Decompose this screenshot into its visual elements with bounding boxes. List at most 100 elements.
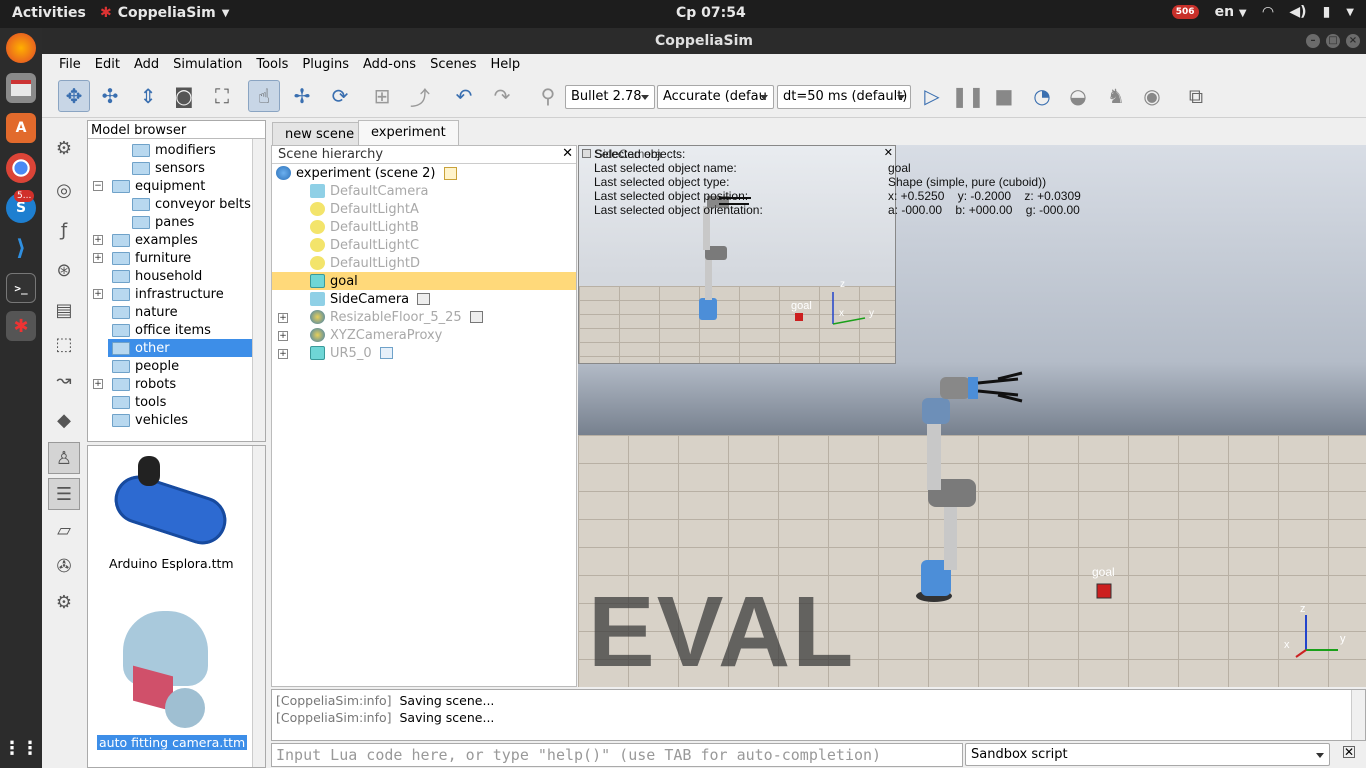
model-folder-examples[interactable]: examples [112,231,198,249]
video-recorder-icon[interactable]: ✇ [48,550,80,582]
physics-engine-select[interactable]: Bullet 2.78 [565,85,655,109]
inset-handle-icon[interactable] [582,149,591,158]
model-folder-sensors[interactable]: sensors [132,159,205,177]
script-icon[interactable] [469,311,483,323]
hierarchy-item-xyzcameraproxy[interactable]: XYZCameraProxy [310,326,442,344]
model-browser-scrollbar[interactable] [252,139,265,441]
sandbox-script-select[interactable]: Sandbox script [965,743,1330,766]
script-select[interactable]: Sandbox script [965,743,1333,766]
activities-button[interactable]: Activities [12,5,86,21]
chrome-icon[interactable] [6,153,36,183]
scene-viewport[interactable]: goal z x y EVAL goal z x y SideCamera ✕ [578,145,1366,687]
vscode-icon[interactable]: ⟩ [6,233,36,263]
model-folder-household[interactable]: household [112,267,202,285]
menu-plugins[interactable]: Plugins [295,54,356,76]
maximize-icon[interactable]: □ [1326,34,1340,48]
script-icon[interactable] [443,166,457,180]
function-icon[interactable]: ƒ [48,214,80,246]
camera-shift-icon[interactable]: ⇕ [132,80,164,112]
calculation-modules-icon[interactable]: ◎ [48,174,80,206]
chevron-down-icon[interactable]: ▼ [1346,7,1354,18]
expand-icon[interactable]: + [93,235,103,245]
menu-help[interactable]: Help [483,54,527,76]
language-indicator[interactable]: en ▼ [1215,4,1247,20]
collections-icon[interactable]: ⊛ [48,254,80,286]
dynamics-toggle-icon[interactable]: ⚲ [532,80,564,112]
battery-icon[interactable]: ▮ [1323,4,1331,20]
wifi-icon[interactable]: ◠ [1263,4,1274,20]
model-folder-modifiers[interactable]: modifiers [132,141,216,159]
model-folder-people[interactable]: people [112,357,179,375]
console-scrollbar[interactable] [1351,690,1365,740]
tab-experiment[interactable]: experiment [358,120,459,146]
realtime-clock-icon[interactable]: ◔ [1026,80,1058,112]
model-folder-equipment[interactable]: equipment [112,177,205,195]
expand-icon[interactable]: + [278,349,288,359]
expand-icon[interactable]: + [93,253,103,263]
files-icon[interactable] [6,73,36,103]
close-icon[interactable]: ✕ [562,146,573,161]
menu-add-ons[interactable]: Add-ons [356,54,423,76]
hierarchy-item-resizablefloor[interactable]: ResizableFloor_5_25 [310,308,483,326]
selection-icon[interactable]: ◆ [48,404,80,436]
notification-badge[interactable]: 506 [1171,5,1199,19]
thumbnail-label[interactable]: Arduino Esplora.ttm [109,556,234,571]
hierarchy-item-sidecamera[interactable]: SideCamera [310,290,431,308]
app-menu[interactable]: ✱ CoppeliaSim ▼ [100,5,229,21]
object-rotate-icon[interactable]: ⟳ [324,80,356,112]
lua-command-input[interactable]: Input Lua code here, or type "help()" (u… [271,743,963,767]
show-apps-icon[interactable]: ⋮⋮ [3,733,39,763]
menu-tools[interactable]: Tools [249,54,295,76]
expand-icon[interactable]: + [93,379,103,389]
terminal-icon[interactable]: >_ [6,273,36,303]
redo-icon[interactable]: ↷ [486,80,518,112]
user-settings-icon[interactable]: ⚙ [48,586,80,618]
software-store-icon[interactable]: A [6,113,36,143]
clear-input-icon[interactable]: ✕ [1343,746,1355,758]
menu-file[interactable]: File [52,54,88,76]
model-folder-robots[interactable]: robots [112,375,176,393]
expand-icon[interactable]: + [278,331,288,341]
hierarchy-item-defaultlighta[interactable]: DefaultLightA [310,200,419,218]
script-icon[interactable] [379,347,393,359]
model-folder-infrastructure[interactable]: infrastructure [112,285,224,303]
firefox-icon[interactable] [6,33,36,63]
assemble-icon[interactable]: ⊞ [366,80,398,112]
model-folder-other[interactable]: other [108,339,253,357]
timestep-select[interactable]: dt=50 ms (default) [777,85,911,109]
hierarchy-item-defaultlightd[interactable]: DefaultLightD [310,254,420,272]
menu-edit[interactable]: Edit [88,54,127,76]
faster-rabbit-icon[interactable]: ♞ [1100,80,1132,112]
thumbnails-scrollbar[interactable] [252,446,265,767]
model-folder-office-items[interactable]: office items [112,321,211,339]
model-browser-toggle-icon[interactable]: ♙ [48,442,80,474]
expand-icon[interactable]: + [278,313,288,323]
simulation-settings-icon[interactable]: ⚙ [48,132,80,164]
close-icon[interactable]: × [1346,34,1360,48]
script-icon[interactable] [417,293,431,305]
menu-scenes[interactable]: Scenes [423,54,483,76]
scripts-icon[interactable]: ▤ [48,294,80,326]
model-folder-panes[interactable]: panes [132,213,194,231]
undo-icon[interactable]: ↶ [448,80,480,112]
stop-icon[interactable]: ■ [988,80,1020,112]
transfer-dna-icon[interactable]: ⤴ [404,80,436,112]
auto-fitting-camera-thumbnail[interactable] [123,606,218,731]
scene-hierarchy-toggle-icon[interactable]: ☰ [48,478,80,510]
object-shift-icon[interactable]: ✢ [286,80,318,112]
model-folder-nature[interactable]: nature [112,303,178,321]
model-folder-tools[interactable]: tools [112,393,166,411]
accuracy-select[interactable]: Accurate (defau [657,85,774,109]
visualization-eye-icon[interactable]: ◉ [1136,80,1168,112]
click-select-icon[interactable]: ☝ [248,80,280,112]
coppeliasim-dock-icon[interactable]: ✱ [6,311,36,341]
camera-pan-icon[interactable]: ✥ [58,80,90,112]
hierarchy-item-ur5[interactable]: UR5_0 [310,344,393,362]
pause-icon[interactable]: ❚❚ [951,80,985,112]
model-folder-vehicles[interactable]: vehicles [112,411,188,429]
model-folder-conveyor-belts[interactable]: conveyor belts [132,195,251,213]
expand-icon[interactable]: + [93,289,103,299]
tab-new-scene[interactable]: new scene [272,122,368,146]
camera-rotate-icon[interactable]: ✣ [94,80,126,112]
slower-turtle-icon[interactable]: ◒ [1062,80,1094,112]
